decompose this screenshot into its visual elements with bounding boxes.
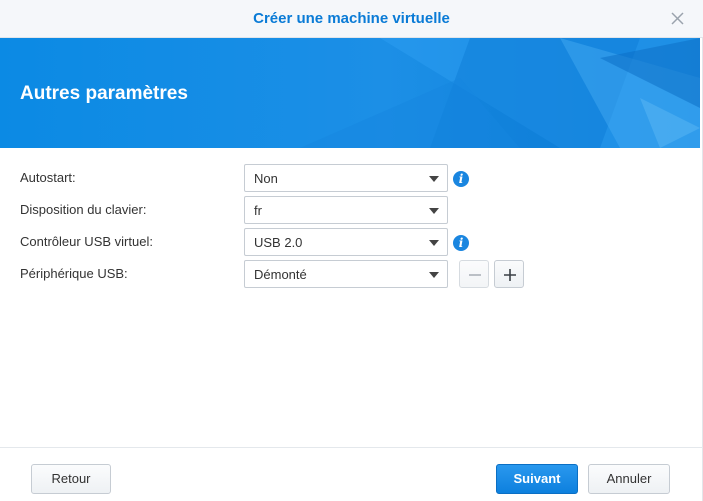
close-icon[interactable] (670, 11, 685, 26)
chevron-down-icon (429, 176, 439, 182)
footer-divider (0, 447, 703, 448)
usb-controller-label: Contrôleur USB virtuel: (20, 234, 153, 249)
remove-usb-button[interactable] (459, 260, 489, 288)
chevron-down-icon (429, 272, 439, 278)
back-button[interactable]: Retour (31, 464, 111, 494)
plus-icon (504, 269, 516, 281)
usb-device-select[interactable]: Démonté (244, 260, 448, 288)
add-usb-button[interactable] (494, 260, 524, 288)
create-vm-dialog: Créer une machine virtuelle Autres param… (0, 0, 703, 501)
next-button[interactable]: Suivant (496, 464, 578, 494)
usb-device-value: Démonté (254, 267, 307, 282)
form-row-autostart: Autostart: Non i (0, 164, 703, 192)
form-row-keyboard-layout: Disposition du clavier: fr (0, 196, 703, 224)
info-icon[interactable]: i (453, 235, 469, 251)
usb-controller-select[interactable]: USB 2.0 (244, 228, 448, 256)
chevron-down-icon (429, 208, 439, 214)
form-row-usb-controller: Contrôleur USB virtuel: USB 2.0 i (0, 228, 703, 256)
cancel-button[interactable]: Annuler (588, 464, 670, 494)
usb-device-label: Périphérique USB: (20, 266, 128, 281)
autostart-select[interactable]: Non (244, 164, 448, 192)
step-banner: Autres paramètres (0, 38, 700, 148)
banner-title: Autres paramètres (20, 83, 188, 104)
dialog-titlebar: Créer une machine virtuelle (0, 0, 703, 38)
autostart-label: Autostart: (20, 170, 76, 185)
minus-icon (469, 274, 481, 276)
info-icon[interactable]: i (453, 171, 469, 187)
chevron-down-icon (429, 240, 439, 246)
dialog-title: Créer une machine virtuelle (253, 10, 450, 27)
form-row-usb-device: Périphérique USB: Démonté (0, 260, 703, 288)
usb-controller-value: USB 2.0 (254, 235, 303, 250)
autostart-value: Non (254, 171, 278, 186)
keyboard-layout-label: Disposition du clavier: (20, 202, 147, 217)
keyboard-layout-select[interactable]: fr (244, 196, 448, 224)
keyboard-layout-value: fr (254, 203, 262, 218)
